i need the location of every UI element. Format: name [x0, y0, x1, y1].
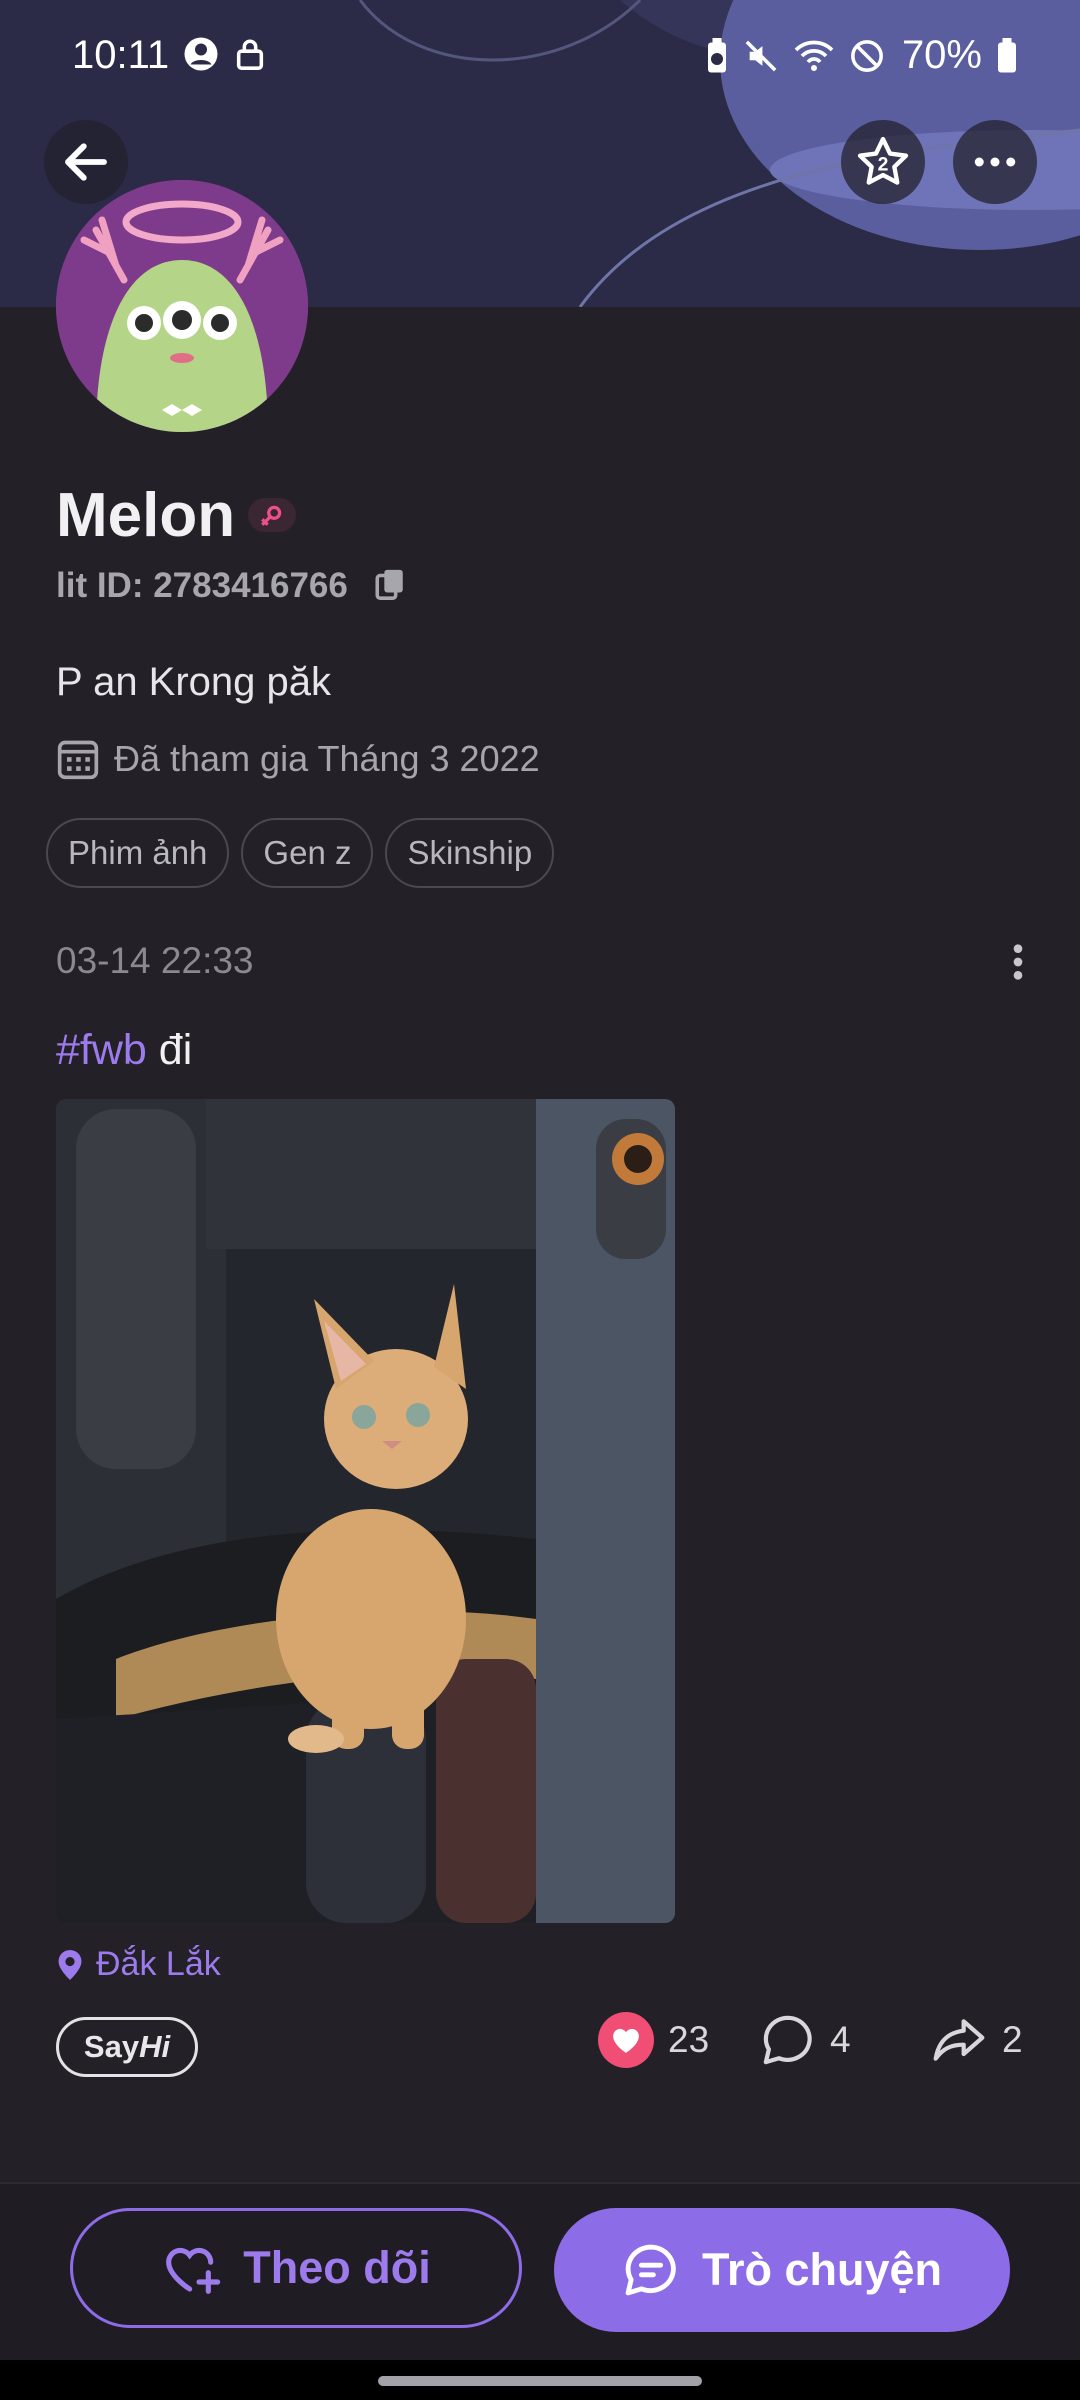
location-label: Đắk Lắk: [96, 1945, 221, 1983]
cat-photo: [56, 1099, 675, 1923]
follow-label: Theo dõi: [243, 2242, 431, 2293]
tag-gen-z[interactable]: Gen z: [241, 818, 374, 888]
post-location[interactable]: Đắk Lắk: [56, 1945, 221, 1984]
post-date: 03-14 22:33: [56, 940, 254, 981]
more-options-button[interactable]: [953, 120, 1037, 204]
like-count: 23: [668, 2019, 710, 2060]
account-icon: [184, 37, 218, 71]
post-image[interactable]: [56, 1099, 675, 1923]
lit-id: lit ID: 2783416766: [56, 566, 348, 605]
comment-count: 4: [830, 2019, 851, 2060]
say-hi-say: Say: [83, 2029, 140, 2064]
chat-button[interactable]: Trò chuyện: [554, 2208, 1010, 2332]
like-button[interactable]: 23: [598, 2012, 709, 2068]
lock-icon: [236, 39, 264, 70]
say-hi-button[interactable]: Say Hi: [56, 2017, 198, 2077]
comment-button[interactable]: 4: [760, 2012, 851, 2068]
share-button[interactable]: 2: [930, 2012, 1023, 2068]
home-indicator[interactable]: [378, 2376, 702, 2386]
star-icon: 2: [857, 136, 909, 185]
tag-skinship[interactable]: Skinship: [385, 818, 555, 888]
heart-icon: [598, 2012, 654, 2068]
post-body: đi: [146, 1026, 193, 1074]
profile-bio: P an Krong păk: [56, 660, 332, 704]
share-count: 2: [1002, 2019, 1023, 2060]
comment-icon: [763, 2015, 812, 2065]
female-icon: [261, 505, 282, 526]
profile-name: Melon: [56, 481, 236, 550]
copy-icon[interactable]: [373, 567, 407, 601]
monster-avatar-icon: [56, 180, 308, 432]
interest-tags: Phim ảnh Gen z Skinship: [46, 818, 555, 888]
more-vertical-icon[interactable]: [1006, 942, 1030, 982]
avatar[interactable]: [56, 180, 308, 432]
follow-button[interactable]: Theo dõi: [70, 2208, 522, 2328]
share-icon: [933, 2019, 985, 2061]
gender-badge: [248, 498, 296, 532]
mute-icon: [745, 40, 777, 71]
status-bar: 10:11 70%: [0, 0, 1080, 110]
status-time: 10:11: [72, 33, 170, 77]
tag-phim-anh[interactable]: Phim ảnh: [46, 818, 230, 888]
heart-plus-icon: [166, 2247, 221, 2294]
chat-label: Trò chuyện: [701, 2244, 943, 2295]
post-hashtag[interactable]: #fwb: [56, 1026, 147, 1074]
battery-saver-icon: [707, 37, 726, 72]
arrow-left-icon: [65, 143, 107, 181]
calendar-icon: [57, 740, 99, 780]
battery-percent: 70%: [901, 33, 982, 77]
post-text: #fwb đi: [56, 1026, 192, 1075]
battery-icon: [998, 37, 1016, 72]
do-not-disturb-icon: [851, 39, 883, 72]
favorite-button[interactable]: 2: [841, 120, 925, 204]
wifi-icon: [794, 40, 834, 71]
svg-text:2: 2: [878, 154, 889, 175]
joined-date-row: Đã tham gia Tháng 3 2022: [56, 737, 540, 781]
back-button[interactable]: [44, 120, 128, 204]
more-horizontal-icon: [974, 157, 1016, 167]
chat-bubble-icon: [625, 2244, 676, 2296]
location-pin-icon: [58, 1949, 82, 1980]
joined-date: Đã tham gia Tháng 3 2022: [114, 738, 540, 779]
say-hi-hi: Hi: [139, 2029, 171, 2064]
